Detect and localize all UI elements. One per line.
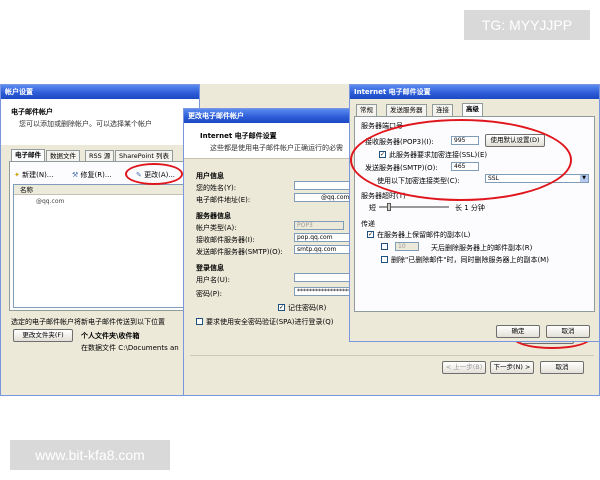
new-icon: ✦ [14,171,20,179]
change-account-heading: Internet 电子邮件设置 [200,132,277,140]
account-settings-heading: 电子邮件帐户 [11,108,53,116]
leave-copy-checkbox[interactable]: ✓ [367,231,374,238]
repair-button[interactable]: ⚒ 修复(R)... [72,170,112,180]
next-button[interactable]: 下一步(N) > [490,361,534,374]
username-label: 用户名(U): [196,276,230,284]
screenshot-area: 帐户设置 电子邮件帐户 您可以添加或删除帐户。可以选择某个帐户 电子邮件 数据文… [0,84,600,396]
remove-after-checkbox[interactable] [381,243,388,250]
new-account-button[interactable]: ✦ 新建(N)... [14,170,53,180]
remove-after-label: 天后删除服务器上的邮件副本(R) [431,244,533,252]
leave-copy-label: 在服务器上保留邮件的副本(L) [377,231,471,239]
delivery-folder: 个人文件夹\收件箱 [81,332,140,340]
repair-icon: ⚒ [72,171,79,179]
spa-label: 要求使用安全密码验证(SPA)进行登录(Q) [206,318,334,326]
tab-outgoing-server[interactable]: 发送服务器 [386,104,427,116]
server-info-heading: 服务器信息 [196,212,231,220]
tab-advanced[interactable]: 高级 [462,103,483,116]
cancel-button[interactable]: 取消 [540,361,584,374]
incoming-server-label: 接收邮件服务器(I): [196,236,255,244]
account-list-item[interactable]: @qq.com [14,198,192,205]
account-settings-titlebar: 帐户设置 [1,85,199,99]
timeout-long-label: 长 1 分钟 [455,204,485,212]
user-info-heading: 用户信息 [196,172,224,180]
delivery-group-label: 传递 [361,220,375,228]
change-folder-button[interactable]: 更改文件夹(F) [13,329,73,342]
password-label: 密码(P): [196,290,223,298]
timeout-slider[interactable] [379,203,449,211]
email-address-label: 电子邮件地址(E): [196,196,251,204]
timeout-short-label: 短 [369,204,376,212]
tab-panel-email: ✦ 新建(N)... ⚒ 修复(R)... ✎ 更改(A)... 名称 @qq.… [9,161,197,311]
annotation-change-ellipse [125,163,183,185]
ok-button[interactable]: 确定 [496,325,540,338]
account-settings-header: 电子邮件帐户 您可以添加或删除帐户。可以选择某个帐户 [1,99,199,145]
remove-deleted-label: 删除"已删除邮件"时，同时删除服务器上的副本(M) [391,256,549,264]
remove-days-field: 10 [395,242,419,251]
spa-checkbox[interactable] [196,318,203,325]
data-file-path: 在数据文件 C:\Documents an [81,344,179,352]
timeout-slider-thumb[interactable] [387,203,391,211]
footer-separator [190,355,594,356]
remember-password-label: 记住密码(R) [288,304,327,312]
new-account-label: 新建(N)... [22,171,54,179]
login-info-heading: 登录信息 [196,264,224,272]
account-list[interactable]: 名称 @qq.com [13,184,193,308]
deliver-location-text: 选定的电子邮件帐户将新电子邮件传送到以下位置 [11,318,165,326]
watermark-bottom: www.bit-kfa8.com [10,440,170,470]
remove-deleted-checkbox[interactable] [381,256,388,263]
account-type-label: 帐户类型(A): [196,224,237,232]
internet-settings-titlebar: Internet 电子邮件设置 [350,85,599,99]
annotation-ports-ellipse [350,119,572,201]
watermark-top: TG: MYYJJPP [464,10,590,40]
account-settings-window: 帐户设置 电子邮件帐户 您可以添加或删除帐户。可以选择某个帐户 电子邮件 数据文… [0,84,200,396]
change-account-subheading: 这些都是使用电子邮件帐户正确运行的必需 [210,144,343,152]
your-name-label: 您的姓名(Y): [196,184,237,192]
account-settings-description: 您可以添加或删除帐户。可以选择某个帐户 [19,120,152,128]
back-button[interactable]: < 上一步(B) [442,361,486,374]
repair-label: 修复(R)... [80,171,112,179]
chevron-down-icon[interactable]: ▼ [580,175,588,182]
outgoing-server-label: 发送邮件服务器(SMTP)(O): [196,248,283,256]
tab-connection[interactable]: 连接 [432,104,453,116]
account-type-field: POP3 [294,221,344,230]
remember-password-checkbox[interactable]: ✓ [278,304,285,311]
internet-cancel-button[interactable]: 取消 [546,325,590,338]
internet-settings-window: Internet 电子邮件设置 常规 发送服务器 连接 高级 服务器端口号 接收… [349,84,600,342]
account-list-header: 名称 [14,185,192,195]
tab-general[interactable]: 常规 [356,104,377,116]
